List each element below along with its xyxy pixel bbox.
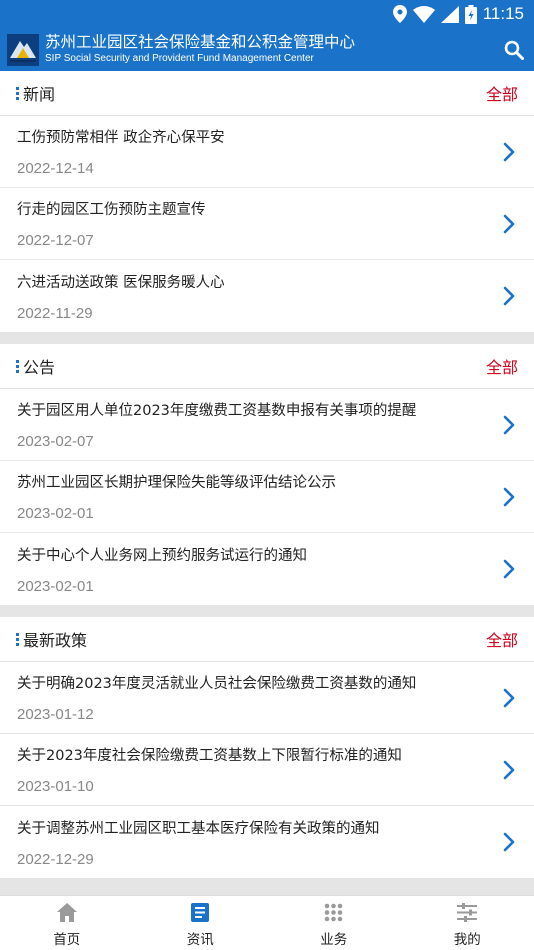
chevron-right-icon	[503, 142, 515, 161]
list-item[interactable]: 六进活动送政策 医保服务暖人心 2022-11-29	[0, 260, 534, 332]
list-item-date: 2022-12-29	[17, 850, 94, 868]
battery-icon	[464, 4, 477, 24]
list-item-title: 苏州工业园区长期护理保险失能等级评估结论公示	[17, 475, 336, 491]
list-item-title: 工伤预防常相伴 政企齐心保平安	[17, 130, 225, 146]
tab-business[interactable]: 业务	[267, 896, 401, 950]
tab-mine[interactable]: 我的	[401, 896, 534, 950]
list-item[interactable]: 行走的园区工伤预防主题宣传 2022-12-07	[0, 188, 534, 260]
view-all-link[interactable]: 全部	[486, 354, 518, 378]
center-logo	[7, 33, 39, 66]
chevron-right-icon	[503, 760, 515, 779]
list-item-text: 六进活动送政策 医保服务暖人心 2022-11-29	[17, 271, 494, 322]
list-item-title: 关于2023年度社会保险缴费工资基数上下限暂行标准的通知	[17, 748, 402, 764]
section-marker-icon	[16, 359, 19, 373]
list-item[interactable]: 关于园区用人单位2023年度缴费工资基数申报有关事项的提醒 2023-02-07	[0, 389, 534, 461]
list-item[interactable]: 关于中心个人业务网上预约服务试运行的通知 2023-02-01	[0, 533, 534, 605]
list-item[interactable]: 关于2023年度社会保险缴费工资基数上下限暂行标准的通知 2023-01-10	[0, 734, 534, 806]
list-item-title: 六进活动送政策 医保服务暖人心	[17, 274, 225, 291]
list-item-text: 关于明确2023年度灵活就业人员社会保险缴费工资基数的通知 2023-01-12	[17, 672, 494, 723]
list-item-title: 关于中心个人业务网上预约服务试运行的通知	[17, 547, 307, 564]
list-item-date: 2022-11-29	[17, 304, 93, 322]
list-item[interactable]: 关于明确2023年度灵活就业人员社会保险缴费工资基数的通知 2023-01-12	[0, 662, 534, 734]
section-0: 新闻 全部工伤预防常相伴 政企齐心保平安 2022-12-14 行走的园区工伤预防主题…	[0, 71, 534, 332]
chevron-right-icon	[503, 286, 515, 306]
list-item-text: 关于调整苏州工业园区职工基本医疗保险有关政策的通知 2022-12-29	[17, 817, 494, 868]
list-item[interactable]: 工伤预防常相伴 政企齐心保平安 2022-12-14	[0, 116, 534, 188]
view-all-link[interactable]: 全部	[486, 81, 518, 105]
app-title: 苏州工业园区社会保险基金和公积金管理中心	[45, 32, 356, 51]
location-icon	[392, 5, 407, 23]
list-item-text: 工伤预防常相伴 政企齐心保平安 2022-12-14	[17, 126, 494, 177]
app-header: 苏州工业园区社会保险基金和公积金管理中心 SIP Social Security…	[0, 28, 534, 71]
list-item-title: 行走的园区工伤预防主题宣传	[17, 202, 206, 218]
list-item-title: 关于园区用人单位2023年度缴费工资基数申报有关事项的提醒	[17, 403, 417, 419]
list-item-date: 2023-01-10	[17, 778, 94, 795]
tab-label: 资讯	[186, 932, 214, 948]
list-item-date: 2022-12-07	[17, 232, 94, 249]
section-1: 公告 全部关于园区用人单位2023年度缴费工资基数申报有关事项的提醒 2023-02…	[0, 344, 534, 605]
grid-icon	[324, 903, 343, 922]
signal-icon	[440, 5, 459, 23]
sections-list: 新闻 全部 工伤预防常相伴 政企齐心保平安 2022-12-14 行走的园区工伤预防主题…	[0, 71, 534, 878]
list-item-title: 关于调整苏州工业园区职工基本医疗保险有关政策的通知	[17, 820, 380, 837]
status-bar: 11:15	[0, 0, 534, 28]
list-item-text: 关于中心个人业务网上预约服务试运行的通知 2023-02-01	[17, 544, 494, 595]
chevron-right-icon	[503, 559, 515, 579]
list-item-title: 关于明确2023年度灵活就业人员社会保险缴费工资基数的通知	[17, 676, 417, 692]
section-header: 新闻 全部	[0, 71, 534, 116]
list-item-date: 2023-02-01	[17, 505, 94, 522]
search-button[interactable]	[494, 28, 534, 71]
home-icon	[56, 903, 77, 922]
section-header: 最新政策 全部	[0, 617, 534, 662]
list-item-text: 行走的园区工伤预防主题宣传 2022-12-07	[17, 198, 494, 249]
list-item-date: 2023-02-01	[17, 577, 94, 595]
list-item-date: 2023-01-12	[17, 706, 94, 723]
list-item[interactable]: 关于调整苏州工业园区职工基本医疗保险有关政策的通知 2022-12-29	[0, 806, 534, 878]
tab-home[interactable]: 首页	[0, 896, 134, 950]
chevron-right-icon	[503, 415, 515, 434]
wifi-icon	[412, 5, 435, 23]
sliders-icon	[457, 903, 478, 922]
chevron-right-icon	[503, 688, 515, 707]
tab-news[interactable]: 资讯	[134, 896, 268, 950]
section-marker-icon	[16, 86, 19, 100]
section-title: 最新政策	[23, 631, 88, 650]
section-title: 公告	[23, 358, 56, 377]
list-item-text: 关于2023年度社会保险缴费工资基数上下限暂行标准的通知 2023-01-10	[17, 744, 494, 795]
section-2: 最新政策 全部关于明确2023年度灵活就业人员社会保险缴费工资基数的通知 2023-…	[0, 617, 534, 878]
section-title-wrap: 公告	[16, 354, 55, 378]
chevron-right-icon	[503, 214, 515, 233]
status-time: 11:15	[482, 4, 524, 23]
news-icon	[191, 903, 210, 922]
section-title-wrap: 新闻	[16, 81, 55, 105]
section-title-wrap: 最新政策	[16, 627, 87, 651]
view-all-link[interactable]: 全部	[486, 627, 518, 651]
tab-label: 业务	[320, 932, 348, 948]
list-item[interactable]: 苏州工业园区长期护理保险失能等级评估结论公示 2023-02-01	[0, 461, 534, 533]
list-item-date: 2022-12-14	[17, 160, 94, 177]
chevron-right-icon	[503, 832, 515, 852]
tab-label: 我的	[453, 932, 481, 948]
tab-label: 首页	[53, 932, 81, 948]
app-subtitle: SIP Social Security and Provident Fund M…	[45, 53, 314, 65]
search-icon	[504, 40, 524, 60]
bottom-tab-bar: 首页 资讯 业务 我的	[0, 895, 534, 950]
list-item-text: 苏州工业园区长期护理保险失能等级评估结论公示 2023-02-01	[17, 471, 494, 522]
section-title: 新闻	[23, 85, 56, 104]
chevron-right-icon	[503, 487, 515, 506]
section-marker-icon	[16, 632, 19, 646]
list-item-date: 2023-02-07	[17, 433, 94, 450]
list-item-text: 关于园区用人单位2023年度缴费工资基数申报有关事项的提醒 2023-02-07	[17, 399, 494, 450]
logo-emblem	[7, 33, 39, 66]
content-area[interactable]: 新闻 全部 工伤预防常相伴 政企齐心保平安 2022-12-14 行走的园区工伤预防主题…	[0, 71, 534, 895]
section-header: 公告 全部	[0, 344, 534, 389]
